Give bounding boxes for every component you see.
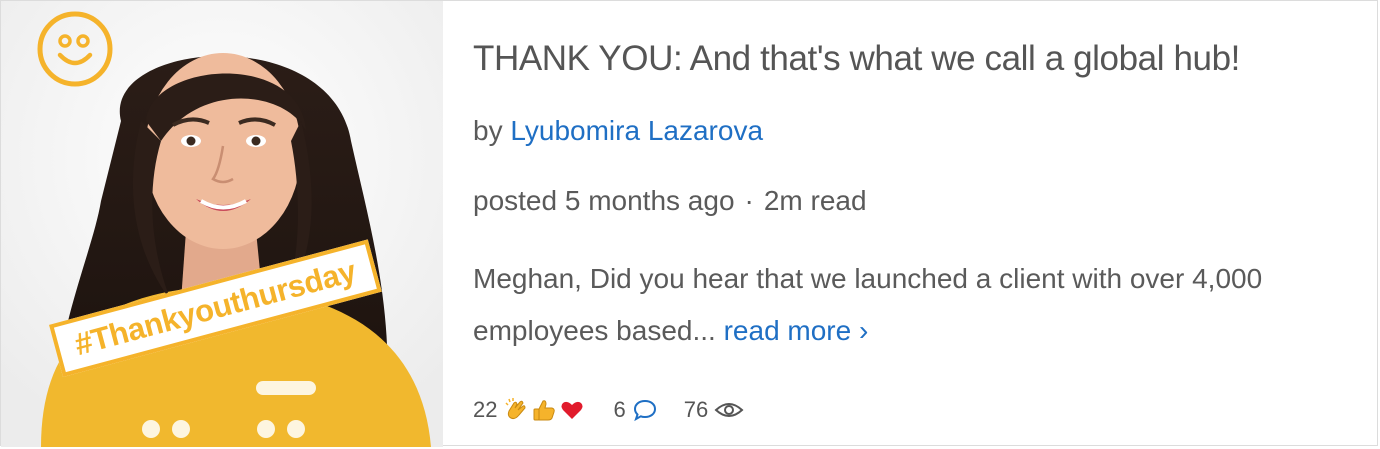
- views-count: 76: [683, 397, 709, 422]
- post-meta: posted 5 months ago · 2m read: [473, 185, 867, 217]
- post-content: THANK YOU: And that's what we call a glo…: [473, 1, 1357, 447]
- reactions-count: 22: [473, 397, 498, 422]
- views: 76: [684, 397, 744, 423]
- post-card[interactable]: #Thankyouthursday THANK YOU: And that's …: [0, 0, 1378, 447]
- meta-separator: ·: [744, 185, 754, 216]
- post-stats: 22 6 76: [473, 397, 770, 423]
- comment-icon: [633, 399, 656, 422]
- post-excerpt: Meghan, Did you hear that we launched a …: [473, 253, 1333, 357]
- reactions[interactable]: 22: [473, 397, 587, 423]
- post-thumbnail[interactable]: #Thankyouthursday: [1, 1, 443, 447]
- byline-prefix: by: [473, 115, 503, 146]
- post-title[interactable]: THANK YOU: And that's what we call a glo…: [473, 39, 1240, 79]
- posted-time: posted 5 months ago: [473, 185, 735, 216]
- thumbs-up-icon: [533, 400, 556, 421]
- comments-count: 6: [613, 397, 626, 422]
- post-byline: by Lyubomira Lazarova: [473, 115, 763, 147]
- clap-icon: [505, 398, 526, 420]
- eye-icon: [714, 403, 744, 417]
- heart-icon: [561, 401, 583, 419]
- comments[interactable]: 6: [613, 397, 657, 423]
- read-more-link[interactable]: read more ›: [724, 315, 869, 346]
- read-time: 2m read: [763, 185, 867, 216]
- author-link[interactable]: Lyubomira Lazarova: [510, 115, 763, 146]
- smiley-icon: [37, 11, 113, 87]
